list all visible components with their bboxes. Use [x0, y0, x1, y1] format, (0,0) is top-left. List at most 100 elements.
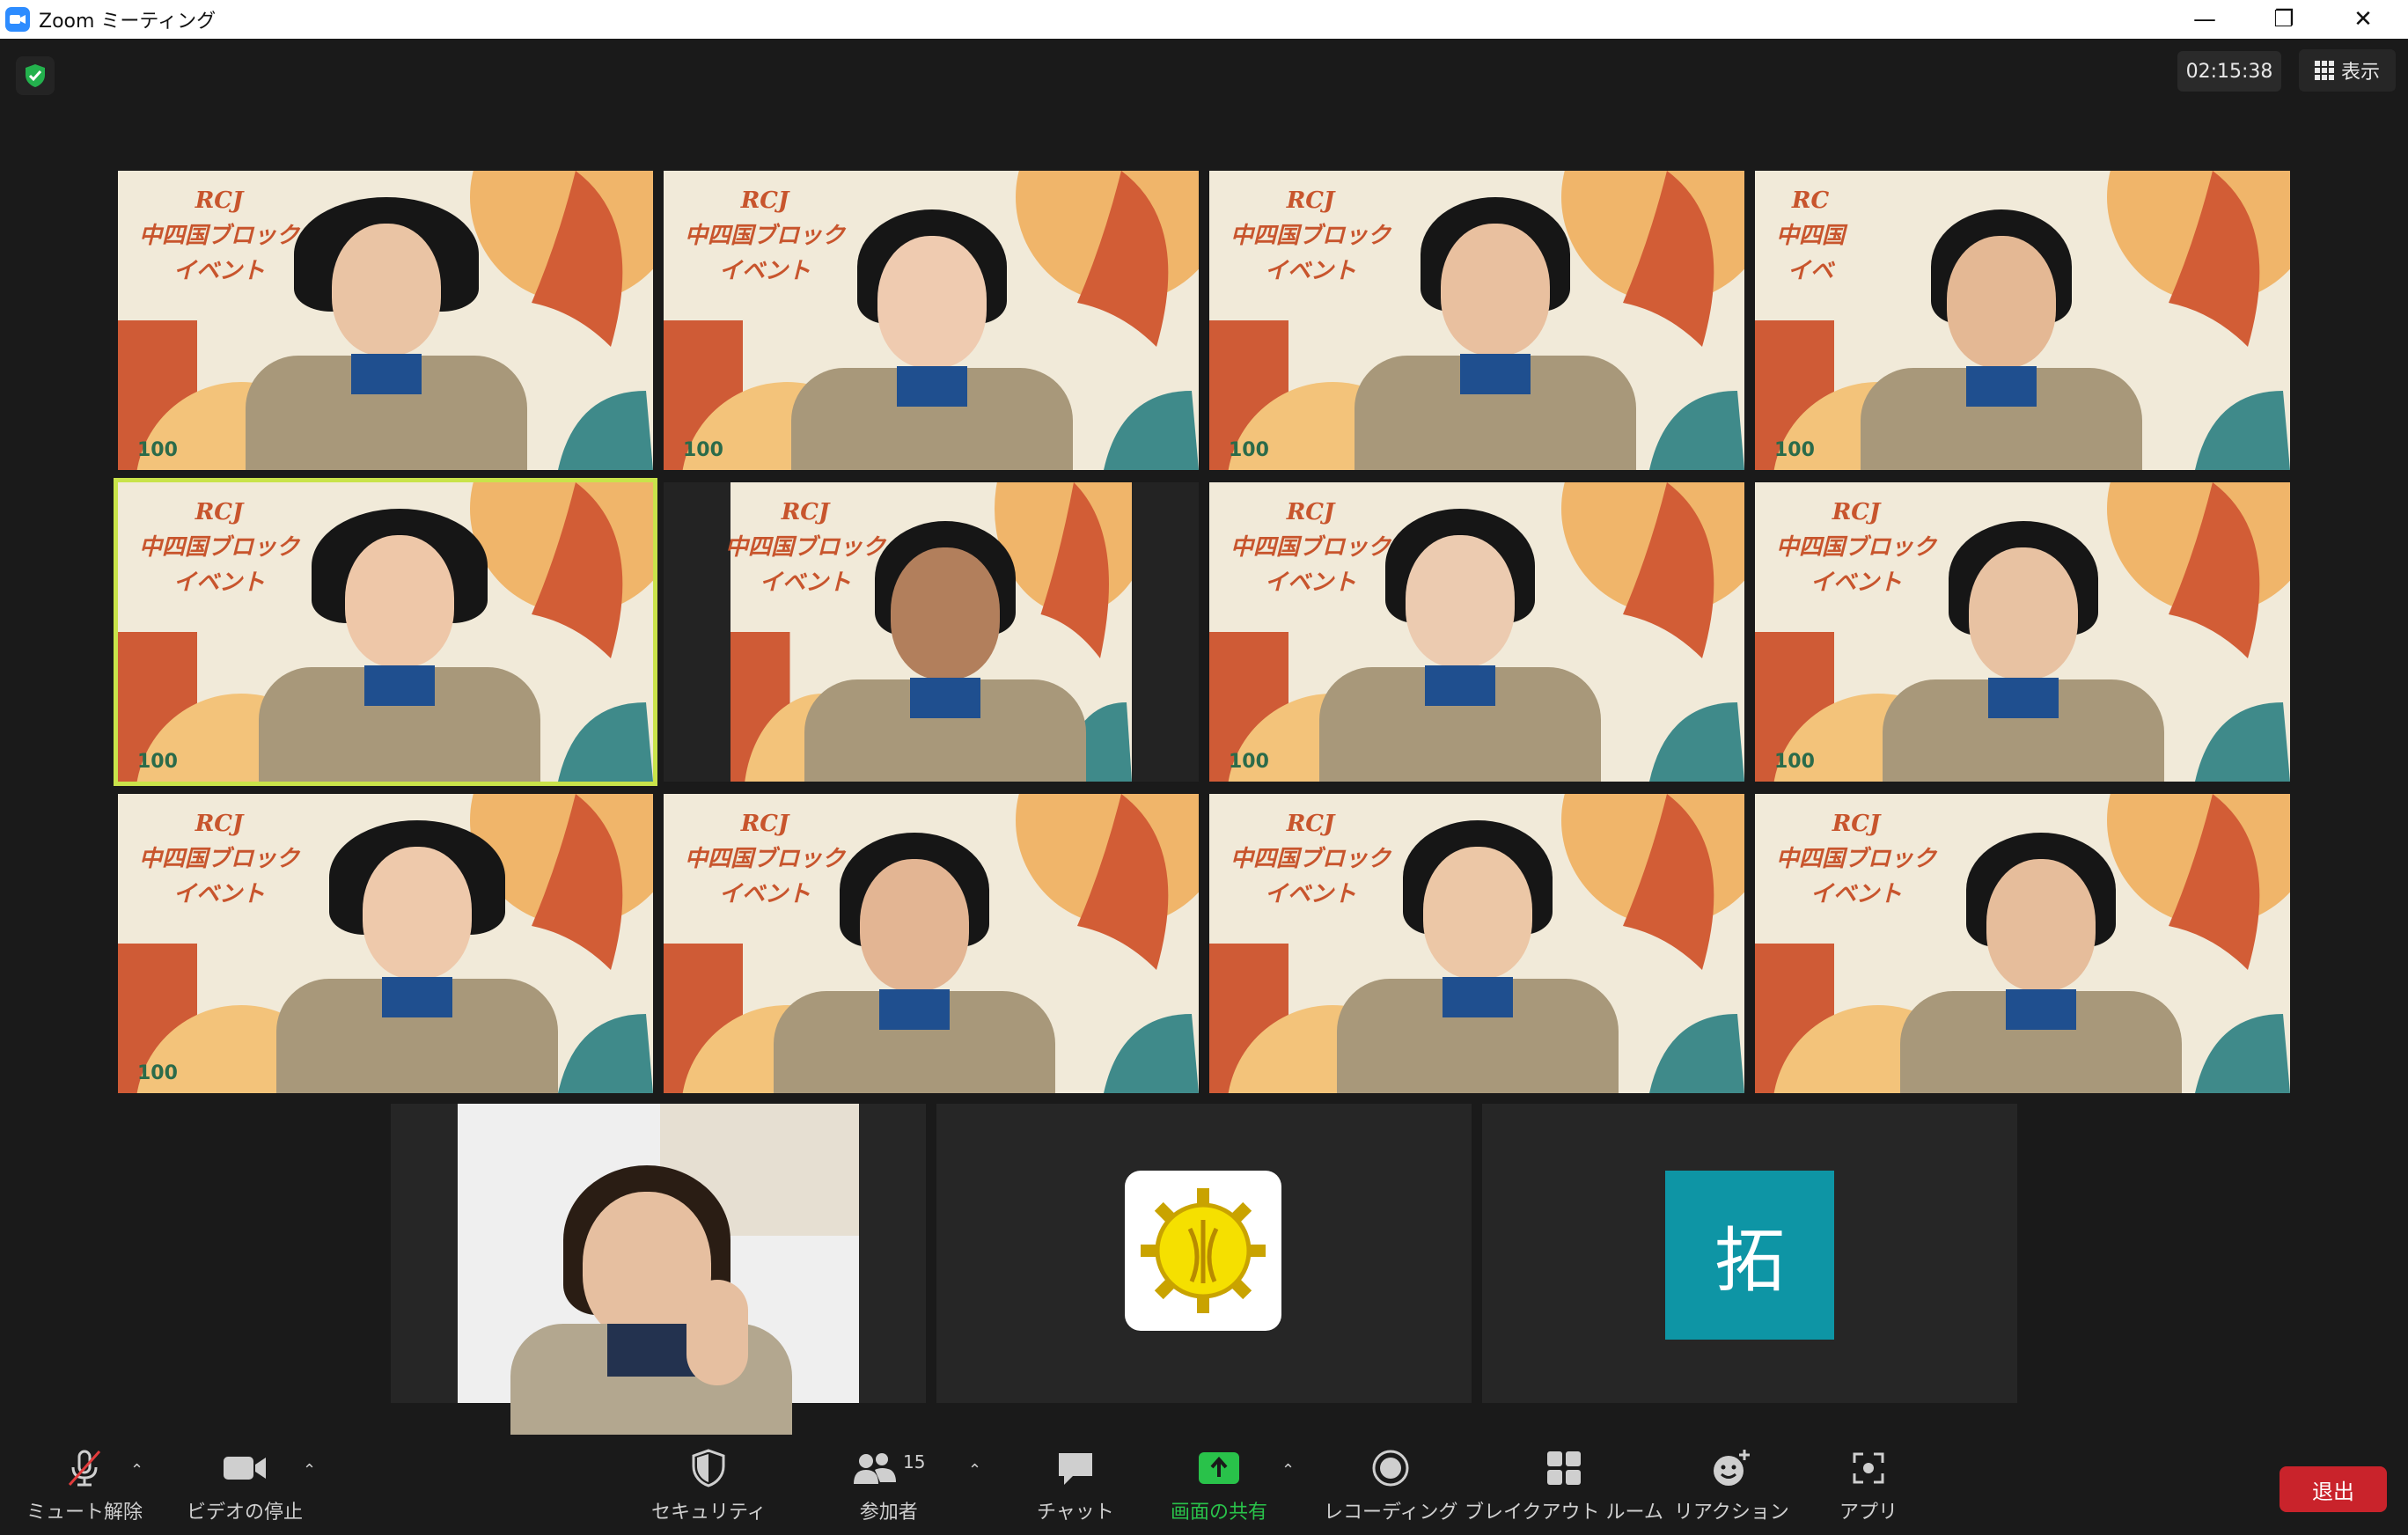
participants-label: 参加者	[859, 1502, 918, 1524]
leave-button[interactable]: 退出	[2280, 1466, 2387, 1512]
centennial-badge: 100	[137, 1062, 178, 1084]
event-title-line: イベント	[760, 569, 852, 596]
centennial-badge: 100	[1229, 439, 1269, 461]
view-button[interactable]: 表示	[2299, 49, 2396, 92]
video-tile[interactable]: RCJ 中四国ブロック イベント 100	[664, 171, 1199, 470]
event-title-overlay: RCJ 中四国ブロック イベント	[685, 183, 845, 289]
event-title-overlay: RCJ 中四国ブロック イベント	[1776, 806, 1936, 912]
restore-button[interactable]: ❐	[2244, 0, 2324, 39]
event-title-line: イベント	[1265, 569, 1357, 596]
reactions-button[interactable]: リアクション	[1674, 1443, 1789, 1524]
apps-icon	[1851, 1443, 1886, 1493]
participants-icon: 15	[852, 1443, 925, 1493]
view-label: 表示	[2340, 62, 2380, 84]
event-title-line: 中四国ブロック	[1230, 534, 1391, 561]
event-title-overlay: RCJ 中四国ブロック イベント	[685, 806, 845, 912]
security-button[interactable]: セキュリティ	[651, 1443, 767, 1524]
video-tile-active-speaker[interactable]: RCJ 中四国ブロック イベント 100	[114, 478, 657, 786]
event-title-line: イベント	[719, 258, 811, 284]
participants-options-caret[interactable]: ⌃	[968, 1461, 981, 1480]
meeting-timer: 02:15:38	[2177, 51, 2281, 92]
participants-button[interactable]: 15 参加者	[852, 1443, 925, 1524]
video-tile[interactable]: RCJ 中四国ブロック イベント 100	[1209, 171, 1744, 470]
video-tile[interactable]: RCJ 中四国ブロック イベント 100	[1209, 482, 1744, 782]
audio-options-caret[interactable]: ⌃	[130, 1461, 143, 1480]
event-title-line: 中四国ブロック	[725, 534, 886, 561]
chat-button[interactable]: チャット	[1037, 1443, 1114, 1524]
video-tile[interactable]: RCJ 中四国ブロック イベント	[1209, 794, 1744, 1093]
centennial-badge: 100	[1774, 751, 1815, 773]
event-title-overlay: RCJ 中四国ブロック イベント	[725, 495, 885, 600]
video-camera-icon	[222, 1443, 268, 1493]
event-title-line: イベント	[173, 881, 266, 907]
event-title-line: 中四国ブロック	[685, 846, 846, 872]
event-title-overlay: RCJ 中四国ブロック イベント	[1776, 495, 1936, 600]
video-tile[interactable]: RCJ 中四国ブロック イベント 100	[1755, 482, 2290, 782]
apps-label: アプリ	[1839, 1502, 1898, 1524]
apps-button[interactable]: アプリ	[1839, 1443, 1898, 1524]
record-button[interactable]: レコーディング	[1324, 1443, 1457, 1524]
chat-label: チャット	[1037, 1502, 1114, 1524]
share-options-caret[interactable]: ⌃	[1281, 1461, 1295, 1480]
event-title-line: RCJ	[740, 187, 789, 214]
security-shield-icon	[691, 1443, 726, 1493]
muted-mic-icon	[64, 1443, 105, 1493]
event-title-line: RCJ	[1286, 811, 1335, 837]
event-title-line: イベ	[1788, 258, 1834, 284]
initial-avatar: 拓	[1665, 1171, 1834, 1340]
video-tile-avatar-logo[interactable]	[936, 1104, 1472, 1403]
unmute-button[interactable]: ミュート解除	[26, 1443, 143, 1524]
video-options-caret[interactable]: ⌃	[303, 1461, 316, 1480]
video-tile[interactable]: RCJ 中四国ブロック イベント 100	[118, 171, 653, 470]
video-tile-avatar-initial[interactable]: 拓	[1482, 1104, 2017, 1403]
event-title-line: イベント	[1810, 569, 1903, 596]
event-title-line: RCJ	[1832, 499, 1881, 525]
centennial-badge: 100	[1774, 439, 1815, 461]
event-title-line: イベント	[173, 258, 266, 284]
event-title-line: 中四国ブロック	[1776, 846, 1937, 872]
event-title-line: 中四国ブロック	[139, 223, 300, 249]
share-screen-label: 画面の共有	[1171, 1502, 1268, 1524]
event-title-line: 中四国ブロック	[1230, 223, 1391, 249]
centennial-badge: 100	[683, 439, 723, 461]
event-title-line: 中四国ブロック	[1776, 534, 1937, 561]
window-titlebar: Zoom ミーティング	[0, 0, 2408, 39]
event-title-overlay: RCJ 中四国ブロック イベント	[1230, 183, 1391, 289]
close-button[interactable]: ✕	[2324, 0, 2403, 39]
video-tile[interactable]: RC 中四国 イベ 100	[1755, 171, 2290, 470]
record-label: レコーディング	[1324, 1502, 1458, 1524]
event-title-line: RCJ	[740, 811, 789, 837]
video-tile[interactable]: RCJ 中四国ブロック イベント	[664, 482, 1199, 782]
video-tile[interactable]: RCJ 中四国ブロック イベント	[1755, 794, 2290, 1093]
reactions-label: リアクション	[1674, 1502, 1789, 1524]
zoom-app-icon	[5, 7, 30, 32]
event-title-line: イベント	[1265, 258, 1357, 284]
event-title-line: イベント	[1265, 881, 1357, 907]
video-tile[interactable]: RCJ 中四国ブロック イベント	[664, 794, 1199, 1093]
event-title-line: 中四国ブロック	[685, 223, 846, 249]
event-title-overlay: RCJ 中四国ブロック イベント	[139, 495, 299, 600]
encryption-shield-icon[interactable]	[16, 56, 55, 95]
event-title-line: 中四国ブロック	[139, 534, 300, 561]
stop-video-button[interactable]: ビデオの停止	[187, 1443, 303, 1524]
centennial-badge: 100	[137, 751, 178, 773]
event-title-line: RCJ	[1832, 811, 1881, 837]
sun-logo-avatar	[1125, 1171, 1281, 1331]
event-title-line: 中四国ブロック	[139, 846, 300, 872]
minimize-button[interactable]: —	[2165, 0, 2244, 39]
event-title-line: イベント	[173, 569, 266, 596]
video-tile[interactable]: RCJ 中四国ブロック イベント 100	[118, 794, 653, 1093]
stop-video-label: ビデオの停止	[187, 1502, 304, 1524]
event-title-line: RCJ	[195, 187, 244, 214]
video-tile-camera[interactable]	[391, 1104, 926, 1447]
breakout-rooms-button[interactable]: ブレイクアウト ルーム	[1465, 1443, 1663, 1524]
security-label: セキュリティ	[651, 1502, 767, 1524]
participants-count: 15	[903, 1451, 926, 1473]
record-icon	[1371, 1443, 1410, 1493]
event-title-overlay: RCJ 中四国ブロック イベント	[139, 183, 299, 289]
participant-video	[458, 1104, 859, 1447]
share-screen-button[interactable]: 画面の共有	[1171, 1443, 1267, 1524]
event-title-line: RCJ	[195, 811, 244, 837]
grid-view-icon	[2314, 61, 2334, 80]
centennial-badge: 100	[137, 439, 178, 461]
